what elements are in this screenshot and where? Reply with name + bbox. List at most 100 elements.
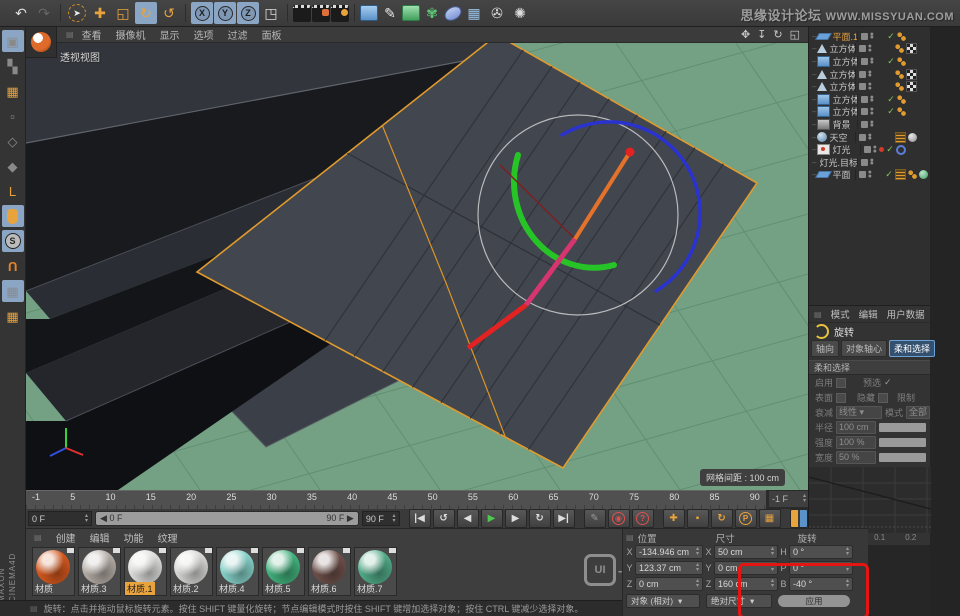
- light-icon[interactable]: ✺: [509, 2, 531, 24]
- generator-icon[interactable]: [402, 5, 420, 21]
- radius-slider[interactable]: [879, 423, 926, 432]
- object-row[interactable]: ‒ 灯光.目标.1 ●●: [809, 156, 930, 169]
- rotate-view-icon[interactable]: ↻: [773, 28, 782, 41]
- keyframe-selection-icon[interactable]: [790, 509, 808, 528]
- coordinate-system-icon[interactable]: ◳: [260, 2, 282, 24]
- spinner-icon[interactable]: ▴▾: [696, 579, 699, 589]
- object-tag-icon[interactable]: [906, 81, 917, 92]
- object-name[interactable]: 立方体.3: [829, 68, 854, 81]
- viewport-solo-icon[interactable]: [2, 205, 24, 227]
- spinner-icon[interactable]: ▴▾: [846, 547, 849, 557]
- layer-chip[interactable]: [861, 96, 868, 103]
- layer-chip[interactable]: [861, 33, 868, 40]
- layer-chip[interactable]: [861, 108, 868, 115]
- material-thumbnail[interactable]: 材质.7: [354, 547, 397, 596]
- object-row[interactable]: ‒ 立方体.2 ●●: [809, 80, 930, 93]
- object-tag-icon[interactable]: [897, 57, 906, 66]
- model-mode-icon[interactable]: ▚: [2, 55, 24, 77]
- tool-tab[interactable]: 对象轴心: [841, 340, 887, 357]
- menu-view[interactable]: 查看: [82, 27, 102, 42]
- surface-checkbox[interactable]: [836, 393, 846, 403]
- move-tool-icon[interactable]: ✚: [89, 2, 111, 24]
- edges-mode-icon[interactable]: ◇: [2, 130, 24, 152]
- object-tag-icon[interactable]: [895, 44, 904, 53]
- width-slider[interactable]: [879, 453, 926, 462]
- menu-create[interactable]: 创建: [56, 530, 76, 545]
- object-tag-icon[interactable]: [895, 70, 904, 79]
- object-name[interactable]: 立方体.4: [832, 55, 856, 68]
- object-name[interactable]: 平面.1: [832, 30, 856, 43]
- panel-handle-icon[interactable]: ▤: [814, 310, 822, 319]
- object-tag-icon[interactable]: [897, 120, 906, 129]
- play-backward-button[interactable]: ↺: [433, 509, 455, 528]
- object-name[interactable]: 立方体.5: [829, 42, 854, 55]
- object-row[interactable]: ‒ 立方体.4 ●● ✓: [809, 55, 930, 68]
- end-frame-spinner[interactable]: 90 F▴▾: [362, 511, 400, 526]
- object-row[interactable]: ‒ 立方体 ●● ✓: [809, 106, 930, 119]
- material-thumbnail[interactable]: 材质.4: [216, 547, 259, 596]
- radius-field[interactable]: 100 cm: [836, 421, 876, 434]
- visibility-dots-icon[interactable]: ●●: [868, 45, 872, 52]
- enabled-check-icon[interactable]: ✓: [886, 144, 894, 155]
- menu-panel[interactable]: 面板: [262, 27, 282, 42]
- object-name[interactable]: 天空: [829, 131, 847, 144]
- layer-chip[interactable]: [861, 159, 868, 166]
- polygons-mode-icon[interactable]: ◆: [2, 155, 24, 177]
- object-row[interactable]: ‒ 背景 ●●: [809, 118, 930, 131]
- visibility-dots-icon[interactable]: ●●: [870, 33, 874, 40]
- hidden-checkbox[interactable]: [878, 393, 888, 403]
- key-parameter-icon[interactable]: P: [735, 509, 757, 528]
- toggle-view-icon[interactable]: ◱: [790, 28, 800, 41]
- object-tag-icon[interactable]: [896, 145, 906, 155]
- object-tag-icon[interactable]: [908, 145, 917, 154]
- separator[interactable]: [60, 4, 61, 22]
- menu-function[interactable]: 功能: [124, 530, 144, 545]
- lock-y-axis-icon[interactable]: Y: [214, 2, 236, 24]
- panel-handle-icon[interactable]: ▤: [626, 533, 634, 542]
- object-tag-icon[interactable]: [919, 95, 928, 104]
- object-name[interactable]: 立方体.2: [829, 80, 854, 93]
- visibility-dots-icon[interactable]: ●●: [870, 96, 874, 103]
- object-name[interactable]: 背景: [832, 118, 850, 131]
- menu-options[interactable]: 选项: [194, 27, 214, 42]
- object-tag-icon[interactable]: [919, 44, 928, 53]
- timeline-offset-spinner[interactable]: -1 F▴▾: [768, 490, 810, 508]
- spinner-icon[interactable]: ▴▾: [85, 514, 88, 524]
- object-tag-icon[interactable]: [919, 57, 928, 66]
- object-name[interactable]: 立方体.1: [832, 93, 856, 106]
- spline-pen-icon[interactable]: ✎: [379, 2, 401, 24]
- object-tag-icon[interactable]: [897, 158, 906, 167]
- timeline-scrubber[interactable]: ◀ 0 F 90 F ▶: [95, 511, 359, 526]
- object-name[interactable]: 灯光.目标.1: [819, 156, 856, 169]
- object-tag-icon[interactable]: [919, 158, 928, 167]
- object-tag-icon[interactable]: [897, 107, 906, 116]
- enabled-check-icon[interactable]: ✓: [885, 169, 893, 180]
- object-tag-icon[interactable]: [908, 107, 917, 116]
- material-thumbnail[interactable]: 材质.6: [308, 547, 351, 596]
- spinner-icon[interactable]: ▴▾: [803, 494, 806, 504]
- deformer-icon[interactable]: ✾: [421, 2, 443, 24]
- prev-frame-button[interactable]: ◀: [457, 509, 479, 528]
- floor-icon[interactable]: ▦: [463, 2, 485, 24]
- layer-chip[interactable]: [861, 121, 868, 128]
- menu-mode[interactable]: 模式: [831, 307, 850, 321]
- visibility-dots-icon[interactable]: ●●: [870, 58, 874, 65]
- position-field[interactable]: 123.37 cm▴▾: [635, 561, 703, 575]
- spinner-icon[interactable]: ▴▾: [696, 547, 699, 557]
- layer-chip[interactable]: [861, 58, 868, 65]
- undo-icon[interactable]: ↶: [10, 2, 32, 24]
- visibility-dots-icon[interactable]: ●●: [870, 108, 874, 115]
- workplane-lock-icon[interactable]: ▦: [2, 280, 24, 302]
- position-mode-dropdown[interactable]: 对象 (相对)▾: [626, 594, 700, 608]
- visibility-dots-icon[interactable]: ●●: [868, 134, 872, 141]
- menu-edit[interactable]: 编辑: [859, 307, 878, 321]
- object-tag-icon[interactable]: [895, 169, 906, 180]
- panel-handle-icon[interactable]: ▤: [34, 533, 42, 542]
- object-tag-icon[interactable]: [908, 158, 917, 167]
- go-start-button[interactable]: |◀: [409, 509, 431, 528]
- timeline-ruler[interactable]: -151015202530354045505560657075808590: [26, 490, 766, 509]
- lock-x-axis-icon[interactable]: X: [191, 2, 213, 24]
- render-to-picture-icon[interactable]: [312, 5, 330, 22]
- zoom-view-icon[interactable]: ↧: [757, 28, 766, 41]
- object-tag-icon[interactable]: [908, 57, 917, 66]
